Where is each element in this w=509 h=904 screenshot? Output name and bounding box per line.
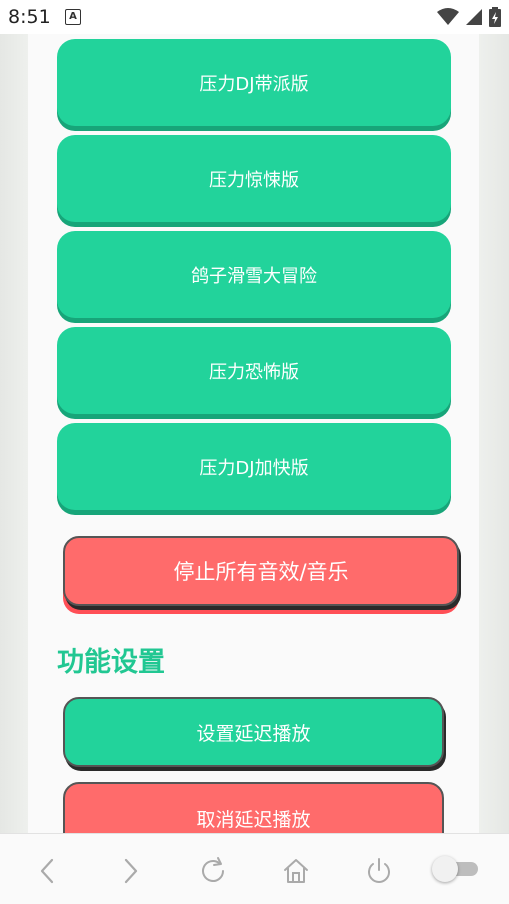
notification-icon: A <box>65 9 81 25</box>
page-gutter-left <box>0 34 28 834</box>
sound-button-kongbu[interactable]: 压力恐怖版 <box>57 327 451 414</box>
power-icon[interactable] <box>364 856 394 886</box>
sound-button-gezi-huaxue[interactable]: 鸽子滑雪大冒险 <box>57 231 451 318</box>
chevron-left-icon[interactable] <box>33 856 63 886</box>
status-time: 8:51 <box>8 6 51 28</box>
chevron-right-icon[interactable] <box>115 856 145 886</box>
page-gutter-right <box>479 34 509 834</box>
browser-nav-bar <box>0 833 509 904</box>
sound-button-dj-daipai[interactable]: 压力DJ带派版 <box>57 39 451 126</box>
stop-all-label: 停止所有音效/音乐 <box>173 560 349 584</box>
toggle-knob <box>432 856 458 882</box>
set-delay-button[interactable]: 设置延迟播放 <box>63 697 444 767</box>
toggle-switch[interactable] <box>432 856 480 882</box>
sound-button-label: 压力惊悚版 <box>209 169 299 191</box>
battery-icon <box>489 7 501 27</box>
status-bar: 8:51 A <box>0 0 509 34</box>
sound-button-label: 压力恐怖版 <box>209 361 299 383</box>
sound-button-dj-jiakuai[interactable]: 压力DJ加快版 <box>57 423 451 510</box>
sound-button-label: 压力DJ带派版 <box>199 73 309 95</box>
wifi-icon <box>437 8 459 25</box>
sound-button-jingsong[interactable]: 压力惊悚版 <box>57 135 451 222</box>
set-delay-label: 设置延迟播放 <box>196 722 311 745</box>
cancel-delay-button[interactable]: 取消延迟播放 <box>63 782 444 834</box>
sound-button-label: 鸽子滑雪大冒险 <box>191 265 317 287</box>
signal-icon <box>466 9 482 25</box>
status-icons <box>437 7 501 27</box>
sound-button-label: 压力DJ加快版 <box>199 457 309 479</box>
main-content: 压力DJ带派版 压力惊悚版 鸽子滑雪大冒险 压力恐怖版 压力DJ加快版 停止所有… <box>28 34 479 834</box>
settings-section-title: 功能设置 <box>57 647 165 678</box>
reload-icon[interactable] <box>198 856 228 886</box>
stop-all-button[interactable]: 停止所有音效/音乐 <box>63 536 459 606</box>
home-icon[interactable] <box>281 856 311 886</box>
cancel-delay-label: 取消延迟播放 <box>196 808 311 831</box>
